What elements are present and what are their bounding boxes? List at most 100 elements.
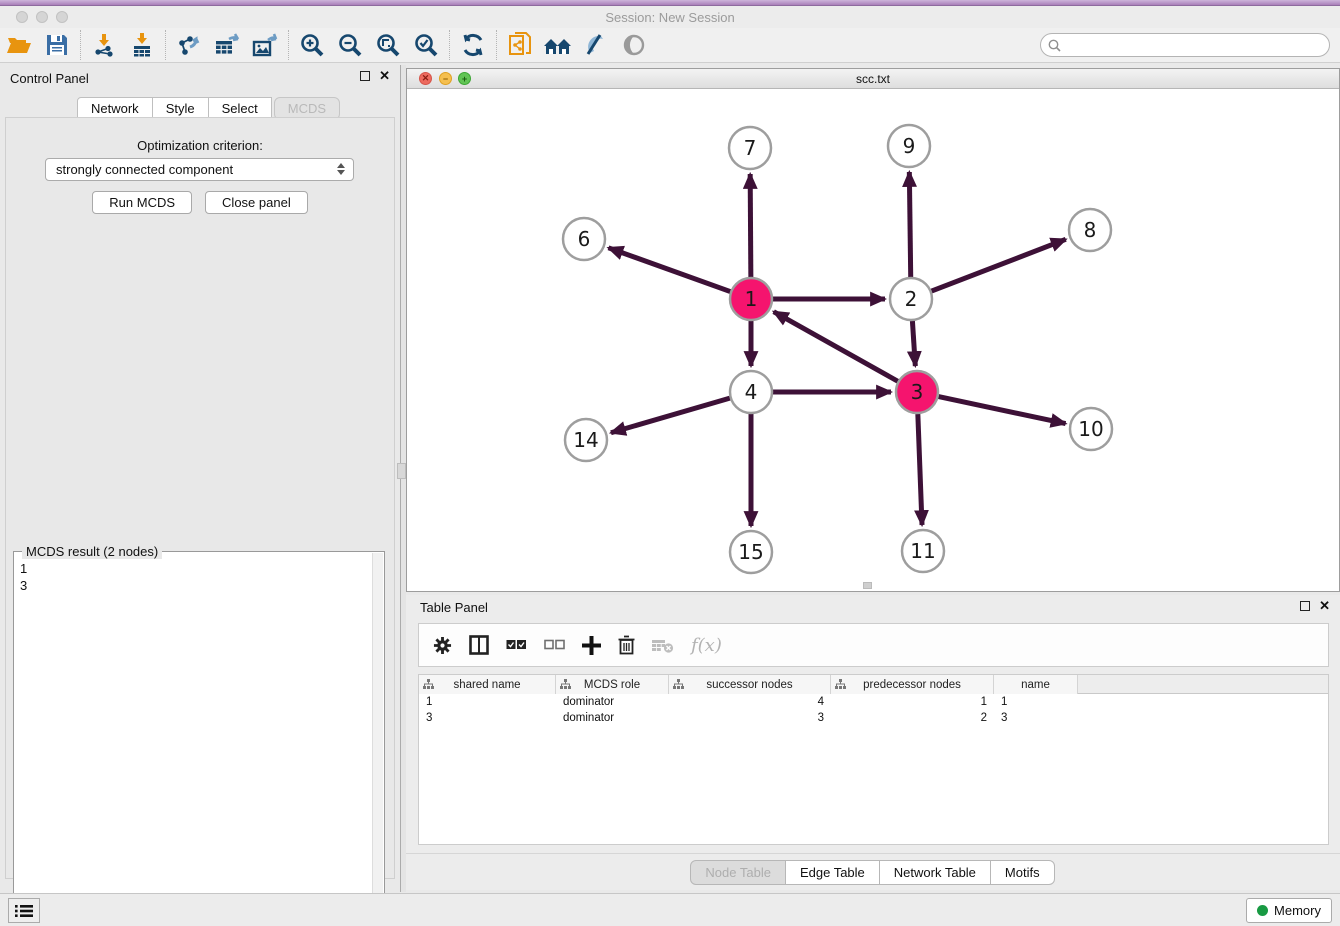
export-table-button[interactable] [208,30,246,60]
table-panel-title: Table Panel [420,600,488,615]
close-panel-button[interactable]: Close panel [205,191,308,214]
node-label-9: 9 [903,134,916,158]
style-brush-icon [584,33,608,57]
node-table[interactable]: shared name MCDS role successor nodes pr… [418,674,1329,845]
import-table-button[interactable] [123,30,161,60]
zoom-fit-icon [376,33,400,57]
toolbar-separator [449,30,450,60]
control-panel: Control Panel ✕ Network Style Select MCD… [0,65,400,891]
result-scrollbar[interactable] [372,553,383,923]
function-builder-icon[interactable]: f(x) [691,635,722,656]
eye-icon [621,34,647,56]
float-panel-icon[interactable] [360,71,370,81]
column-browser-icon[interactable] [469,635,489,655]
clone-network-button[interactable] [501,30,539,60]
zoom-fit-button[interactable] [369,30,407,60]
table-cell[interactable]: 3 [419,710,556,726]
float-table-panel-icon[interactable] [1300,601,1310,611]
table-cell[interactable]: dominator [556,694,669,710]
refresh-view-button[interactable] [454,30,492,60]
export-image-icon [252,33,278,57]
refresh-icon [461,33,485,57]
run-mcds-button[interactable]: Run MCDS [92,191,192,214]
network-window-titlebar[interactable]: ✕ − + scc.txt [407,69,1339,89]
close-table-panel-icon[interactable]: ✕ [1319,601,1330,611]
criterion-value: strongly connected component [56,162,233,177]
edge-3-10[interactable] [939,397,1066,424]
table-cell[interactable]: 3 [994,710,1078,726]
task-history-button[interactable] [8,898,40,923]
node-label-14: 14 [573,428,598,452]
search-input[interactable] [1066,38,1329,52]
canvas-scroll-handle[interactable] [863,582,872,589]
close-panel-icon[interactable]: ✕ [379,71,390,81]
table-cell[interactable]: dominator [556,710,669,726]
add-column-icon[interactable] [582,636,601,655]
table-panel: Table Panel ✕ [406,595,1340,890]
zoom-out-icon [338,33,362,57]
node-label-11: 11 [910,539,935,563]
control-panel-title: Control Panel [10,71,89,86]
table-header-row[interactable]: shared name MCDS role successor nodes pr… [419,675,1328,694]
edge-2-8[interactable] [932,239,1066,291]
column-header-predecessor-nodes[interactable]: predecessor nodes [831,675,994,694]
delete-column-icon[interactable] [618,635,635,655]
zoom-in-button[interactable] [293,30,331,60]
column-header-name[interactable]: name [994,675,1078,694]
home-layout-button[interactable] [539,30,577,60]
table-body[interactable]: 1dominator4113dominator323 [419,694,1328,726]
edge-1-6[interactable] [608,248,730,292]
table-cell[interactable]: 1 [831,694,994,710]
optimization-criterion-label: Optimization criterion: [6,138,394,153]
criterion-select[interactable]: strongly connected component [45,158,354,181]
delete-table-icon[interactable] [652,638,674,653]
save-session-button[interactable] [38,30,76,60]
tab-network-table[interactable]: Network Table [879,860,991,885]
clone-network-icon [507,32,533,58]
column-header-mcds-role[interactable]: MCDS role [556,675,669,694]
edge-1-7[interactable] [750,174,751,277]
mcds-panel: Optimization criterion: strongly connect… [5,117,395,879]
zoom-out-button[interactable] [331,30,369,60]
settings-gear-icon[interactable] [433,636,452,655]
splitter-handle[interactable] [397,463,406,479]
network-canvas[interactable]: 1234678910111415 [407,89,1339,591]
apply-style-button[interactable] [577,30,615,60]
edge-3-11[interactable] [918,414,922,525]
memory-button[interactable]: Memory [1246,898,1332,923]
tab-node-table[interactable]: Node Table [690,860,786,885]
home-icon [543,34,573,56]
select-all-checkboxes-icon[interactable] [506,639,527,652]
tab-edge-table[interactable]: Edge Table [785,860,880,885]
search-box[interactable] [1040,33,1330,57]
table-cell[interactable]: 1 [419,694,556,710]
memory-status-icon [1257,905,1268,916]
edge-3-1[interactable] [774,312,898,382]
export-network-icon [176,33,202,57]
tab-motifs[interactable]: Motifs [990,860,1055,885]
column-header-shared-name[interactable]: shared name [419,675,556,694]
table-row[interactable]: 3dominator323 [419,710,1328,726]
table-cell[interactable]: 3 [669,710,831,726]
import-network-button[interactable] [85,30,123,60]
column-header-successor-nodes[interactable]: successor nodes [669,675,831,694]
edge-2-3[interactable] [912,321,915,366]
zoom-selected-button[interactable] [407,30,445,60]
edge-4-14[interactable] [611,398,730,433]
table-toolbar: f(x) [418,623,1329,667]
table-row[interactable]: 1dominator411 [419,694,1328,710]
export-network-button[interactable] [170,30,208,60]
open-session-button[interactable] [0,30,38,60]
hide-selected-button[interactable] [615,30,653,60]
mcds-result-values: 1 3 [20,560,27,594]
import-network-icon [92,33,116,57]
node-label-10: 10 [1078,417,1103,441]
table-cell[interactable]: 4 [669,694,831,710]
export-image-button[interactable] [246,30,284,60]
node-label-1: 1 [745,287,758,311]
table-cell[interactable]: 2 [831,710,994,726]
table-cell[interactable]: 1 [994,694,1078,710]
hierarchy-icon [423,679,434,690]
edge-2-9[interactable] [909,172,910,277]
deselect-all-checkboxes-icon[interactable] [544,639,565,652]
